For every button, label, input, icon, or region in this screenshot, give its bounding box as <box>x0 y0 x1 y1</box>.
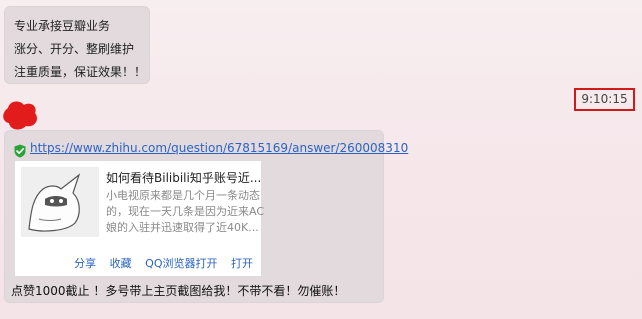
message-footer-text: 点赞1000截止 ！多号带上主页截图给我！不带不看！勿催账！ <box>11 284 346 298</box>
card-desc-line-3: 娘的入驻并迅速取得了近40K... <box>106 221 259 234</box>
open-button[interactable]: 打开 <box>231 257 253 270</box>
verified-check-icon <box>14 144 26 158</box>
ad-line-1: 专业承接豆瓣业务 <box>14 19 111 33</box>
bilibili-tv-thumbnail <box>21 167 99 237</box>
favorite-button[interactable]: 收藏 <box>110 257 132 270</box>
open-in-qq-browser-button[interactable]: QQ浏览器打开 <box>145 257 217 270</box>
card-title: 如何看待Bilibili知乎账号近... <box>106 171 262 185</box>
share-button[interactable]: 分享 <box>74 257 96 270</box>
avatar-blob <box>3 101 37 130</box>
card-actions: 分享 收藏 QQ浏览器打开 打开 <box>64 255 253 271</box>
ad-line-2: 涨分、开分、整刷维护 <box>14 42 135 56</box>
message-timestamp: 9:10:15 <box>574 88 635 111</box>
card-desc-line-1: 小电视原来都是几个月一条动态 <box>106 189 260 202</box>
message-bubble-share: https://www.zhihu.com/question/67815169/… <box>4 130 408 303</box>
link-preview-card[interactable]: 如何看待Bilibili知乎账号近... 小电视原来都是几个月一条动态 的，现在… <box>14 160 265 277</box>
shared-link[interactable]: https://www.zhihu.com/question/67815169/… <box>30 141 408 155</box>
ad-line-3: 注重质量，保证效果！！ <box>14 65 147 79</box>
card-desc-line-2: 的，现在一天几条是因为近来AC <box>106 205 265 218</box>
message-bubble-ad: 专业承接豆瓣业务 涨分、开分、整刷维护 注重质量，保证效果！！ <box>4 6 150 84</box>
